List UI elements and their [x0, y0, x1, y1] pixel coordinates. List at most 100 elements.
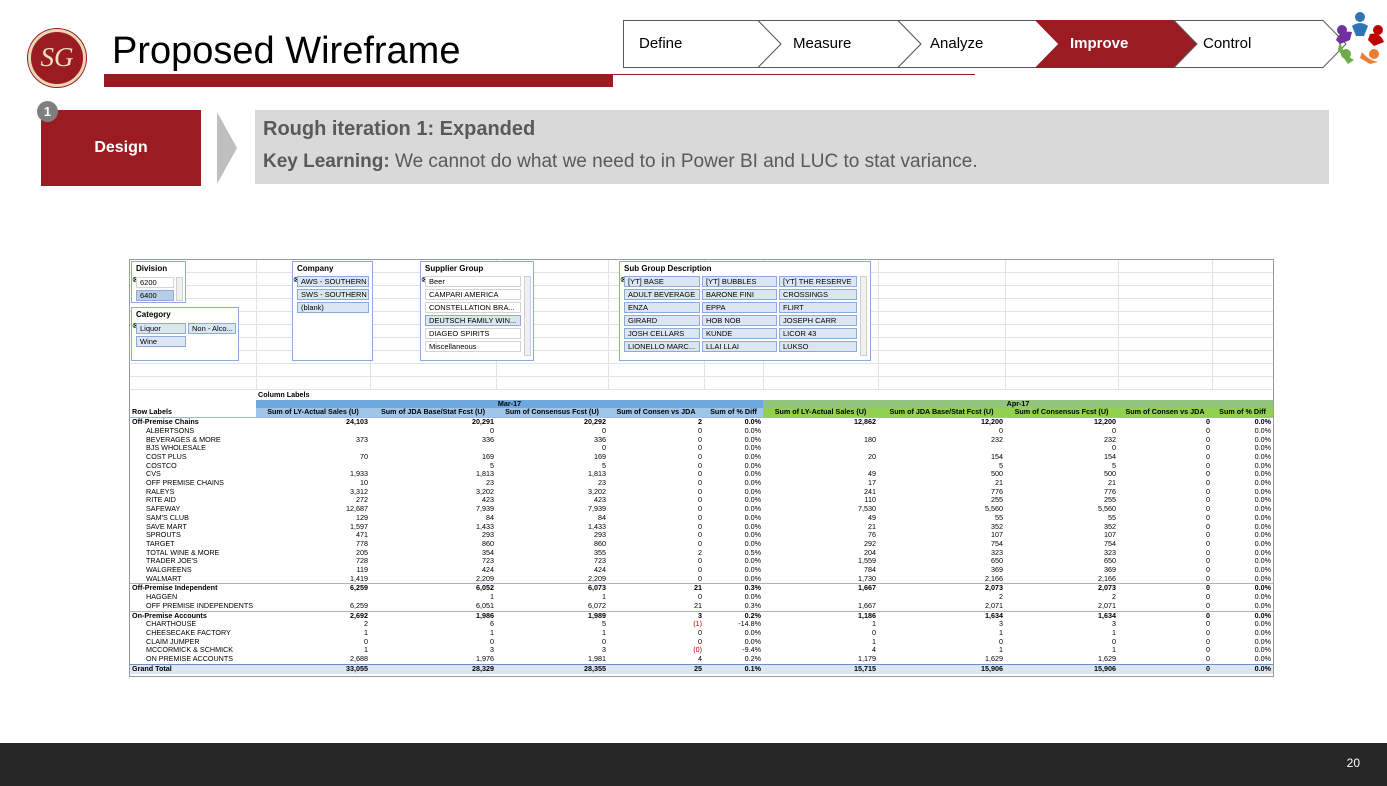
cell-value: 84	[598, 513, 606, 522]
table-row[interactable]: OFF PREMISE CHAINS 10 23 23 0 0.0% 17 21 21 0 0.0%	[130, 479, 1273, 488]
cell-value: 423	[594, 496, 606, 505]
cell-value: 49	[868, 513, 876, 522]
subgroup-item[interactable]: [YT] THE RESERVE	[779, 276, 857, 287]
subgroup-item[interactable]: LLAI LLAI	[702, 341, 777, 352]
subgroup-item[interactable]: HOB NOB	[702, 315, 777, 326]
division-scrollbar[interactable]	[176, 277, 183, 301]
cell-value: 0.0%	[744, 628, 761, 637]
col-pct-diff-mar: Sum of % Diff	[704, 408, 763, 418]
cell-value: 500	[1104, 470, 1116, 479]
cell-value: 0	[1206, 557, 1210, 566]
subgroup-item[interactable]: EPPA	[702, 302, 777, 313]
subgroup-item[interactable]: LUKSO	[779, 341, 857, 352]
cell-value: 1	[999, 646, 1003, 655]
cell-value: 49	[868, 470, 876, 479]
table-row[interactable]: COSTCO 5 5 0 0.0% 5 5 0 0.0%	[130, 462, 1273, 471]
cell-value: 0	[698, 628, 702, 637]
group-row[interactable]: On-Premise Accounts 2,692 1,986 1,989 3 0.2% 1…	[130, 610, 1273, 621]
table-row[interactable]: ON PREMISE ACCOUNTS 2,688 1,976 1,981 4 0.2% 1…	[130, 655, 1273, 664]
table-row[interactable]: BEVERAGES & MORE 373 336 336 0 0.0% 180 232 232 0…	[130, 436, 1273, 445]
month-mar-17: Mar-17	[256, 399, 763, 409]
col-pct-diff-apr: Sum of % Diff	[1212, 408, 1273, 418]
column-labels-header[interactable]: Column Labels	[256, 391, 1273, 400]
pivot-grid: Column Labels Mar-17 Apr-17 Row Labels S…	[130, 391, 1273, 674]
supplier-item[interactable]: CONSTELLATION BRA...	[425, 302, 521, 313]
table-row[interactable]: WALMART 1,419 2,209 2,209 0 0.0% 1,730 2,166 2,1…	[130, 575, 1273, 584]
cell-value: 110	[864, 496, 876, 505]
company-aws[interactable]: AWS - SOUTHERN	[297, 276, 369, 287]
supplier-item[interactable]: DEUTSCH FAMILY WIN...	[425, 315, 521, 326]
division-6200[interactable]: 6200	[136, 277, 174, 288]
cell-value	[763, 427, 878, 436]
cell-value	[256, 444, 370, 453]
supplier-item[interactable]: DIAGEO SPIRITS	[425, 328, 521, 339]
supplier-item[interactable]: Miscellaneous	[425, 341, 521, 352]
cell-value: 1,629	[1098, 655, 1116, 664]
table-row[interactable]: CHARTHOUSE 2 6 5 (1) -14.8% 1 3 3 0 0.0%	[130, 620, 1273, 629]
division-6400[interactable]: 6400	[136, 290, 174, 301]
cell-value: (0)	[693, 646, 702, 655]
cell-value: 0	[1206, 637, 1210, 646]
cell-value: 0	[1206, 435, 1210, 444]
cell-value: 23	[598, 479, 606, 488]
table-row[interactable]: TOTAL WINE & MORE 205 354 355 2 0.5% 204 323 323…	[130, 549, 1273, 558]
table-row[interactable]: CVS 1,933 1,813 1,813 0 0.0% 49 500 500 0 0.0%	[130, 470, 1273, 479]
table-row[interactable]: OFF PREMISE INDEPENDENTS 6,259 6,051 6,072 2…	[130, 602, 1273, 611]
table-row[interactable]: BJS WHOLESALE 0 0 0.0% 0 0 0.0%	[130, 444, 1273, 453]
subgroup-scrollbar[interactable]	[860, 276, 867, 356]
subgroup-item[interactable]: FLIRT	[779, 302, 857, 313]
table-row[interactable]: TARGET 778 860 860 0 0.0% 292 754 754 0 0.0%	[130, 540, 1273, 549]
cell-value: 1,976	[476, 655, 494, 664]
table-row[interactable]: SAM'S CLUB 129 84 84 0 0.0% 49 55 55 0 0.0%	[130, 514, 1273, 523]
supplier-item[interactable]: Beer	[425, 276, 521, 287]
table-row[interactable]: SPROUTS 471 293 293 0 0.0% 76 107 107 0 0.0%	[130, 531, 1273, 540]
supplier-item[interactable]: CAMPARI AMERICA	[425, 289, 521, 300]
subgroup-item[interactable]: LIONELLO MARC...	[624, 341, 700, 352]
table-row[interactable]: ALBERTSONS 0 0 0 0.0% 0 0 0 0.0%	[130, 427, 1273, 436]
group-row[interactable]: Off-Premise Independent 6,259 6,052 6,073 21…	[130, 583, 1273, 594]
table-row[interactable]: CLAIM JUMPER 0 0 0 0 0.0% 1 0 0 0 0.0%	[130, 638, 1273, 647]
company-blank[interactable]: (blank)	[297, 302, 369, 313]
category-wine[interactable]: Wine	[136, 336, 186, 347]
table-row[interactable]: SAFEWAY 12,687 7,939 7,939 0 0.0% 7,530 5,560 5,…	[130, 505, 1273, 514]
subgroup-item[interactable]: JOSH CELLARS	[624, 328, 700, 339]
supplier-scrollbar[interactable]	[524, 276, 531, 356]
cell-value: 0.0%	[1254, 444, 1272, 453]
subgroup-item[interactable]: ENZA	[624, 302, 700, 313]
subgroup-item[interactable]: BARONE FINI	[702, 289, 777, 300]
row-label: Off-Premise Chains	[130, 417, 256, 427]
subgroup-item[interactable]: GIRARD	[624, 315, 700, 326]
title-underline-line	[613, 74, 975, 75]
subgroup-item[interactable]: ADULT BEVERAGE	[624, 289, 700, 300]
subgroup-item[interactable]: CROSSINGS	[779, 289, 857, 300]
company-sws[interactable]: SWS - SOUTHERN	[297, 289, 369, 300]
table-row[interactable]: MCCORMICK & SCHMICK 1 3 3 (0) -9.4% 4 1 1 0 0.0%	[130, 646, 1273, 655]
cell-value: 1,179	[858, 655, 876, 664]
table-row[interactable]: RITE AID 272 423 423 0 0.0% 110 255 255 0 0.0%	[130, 496, 1273, 505]
table-row[interactable]: TRADER JOE'S 728 723 723 0 0.0% 1,559 650 650 0 0.…	[130, 557, 1273, 566]
table-row[interactable]: SAVE MART 1,597 1,433 1,433 0 0.0% 21 352 352 0 0.…	[130, 523, 1273, 532]
cell-value: 1	[1112, 628, 1116, 637]
cell-value: 0	[1206, 646, 1210, 655]
subgroup-item[interactable]: JOSEPH CARR	[779, 315, 857, 326]
table-row[interactable]: COST PLUS 70 169 169 0 0.0% 20 154 154 0 0.0%	[130, 453, 1273, 462]
table-row[interactable]: RALEYS 3,312 3,202 3,202 0 0.0% 241 776 776 0 0.0%	[130, 488, 1273, 497]
table-row[interactable]: WALGREENS 119 424 424 0 0.0% 784 369 369 0 0.0%	[130, 566, 1273, 575]
subgroup-item[interactable]: LICOR 43	[779, 328, 857, 339]
cell-value: 2	[364, 620, 368, 629]
category-non-alco[interactable]: Non - Alco...	[188, 323, 236, 334]
subgroup-item[interactable]: [YT] BUBBLES	[702, 276, 777, 287]
category-liquor[interactable]: Liquor	[136, 323, 186, 334]
group-row[interactable]: Off-Premise Chains 24,103 20,291 20,292 2 0.0…	[130, 417, 1273, 427]
cell-value: 0.0%	[744, 496, 761, 505]
cell-value: 336	[482, 435, 494, 444]
table-row[interactable]: CHEESECAKE FACTORY 1 1 1 0 0.0% 0 1 1 0 0.0%	[130, 629, 1273, 638]
cell-value: 1	[490, 593, 494, 602]
subgroup-item[interactable]: [YT] BASE	[624, 276, 700, 287]
row-labels-header[interactable]: Row Labels	[130, 408, 256, 417]
subgroup-item[interactable]: KUNDE	[702, 328, 777, 339]
step-number-badge: 1	[37, 101, 58, 122]
grand-total-row[interactable]: Grand Total 33,055 28,329 28,355 25 0.1% 15,71…	[130, 663, 1273, 674]
cell-value: 5	[999, 461, 1003, 470]
table-row[interactable]: HAGGEN 1 1 0 0.0% 2 2 0 0.0%	[130, 593, 1273, 602]
